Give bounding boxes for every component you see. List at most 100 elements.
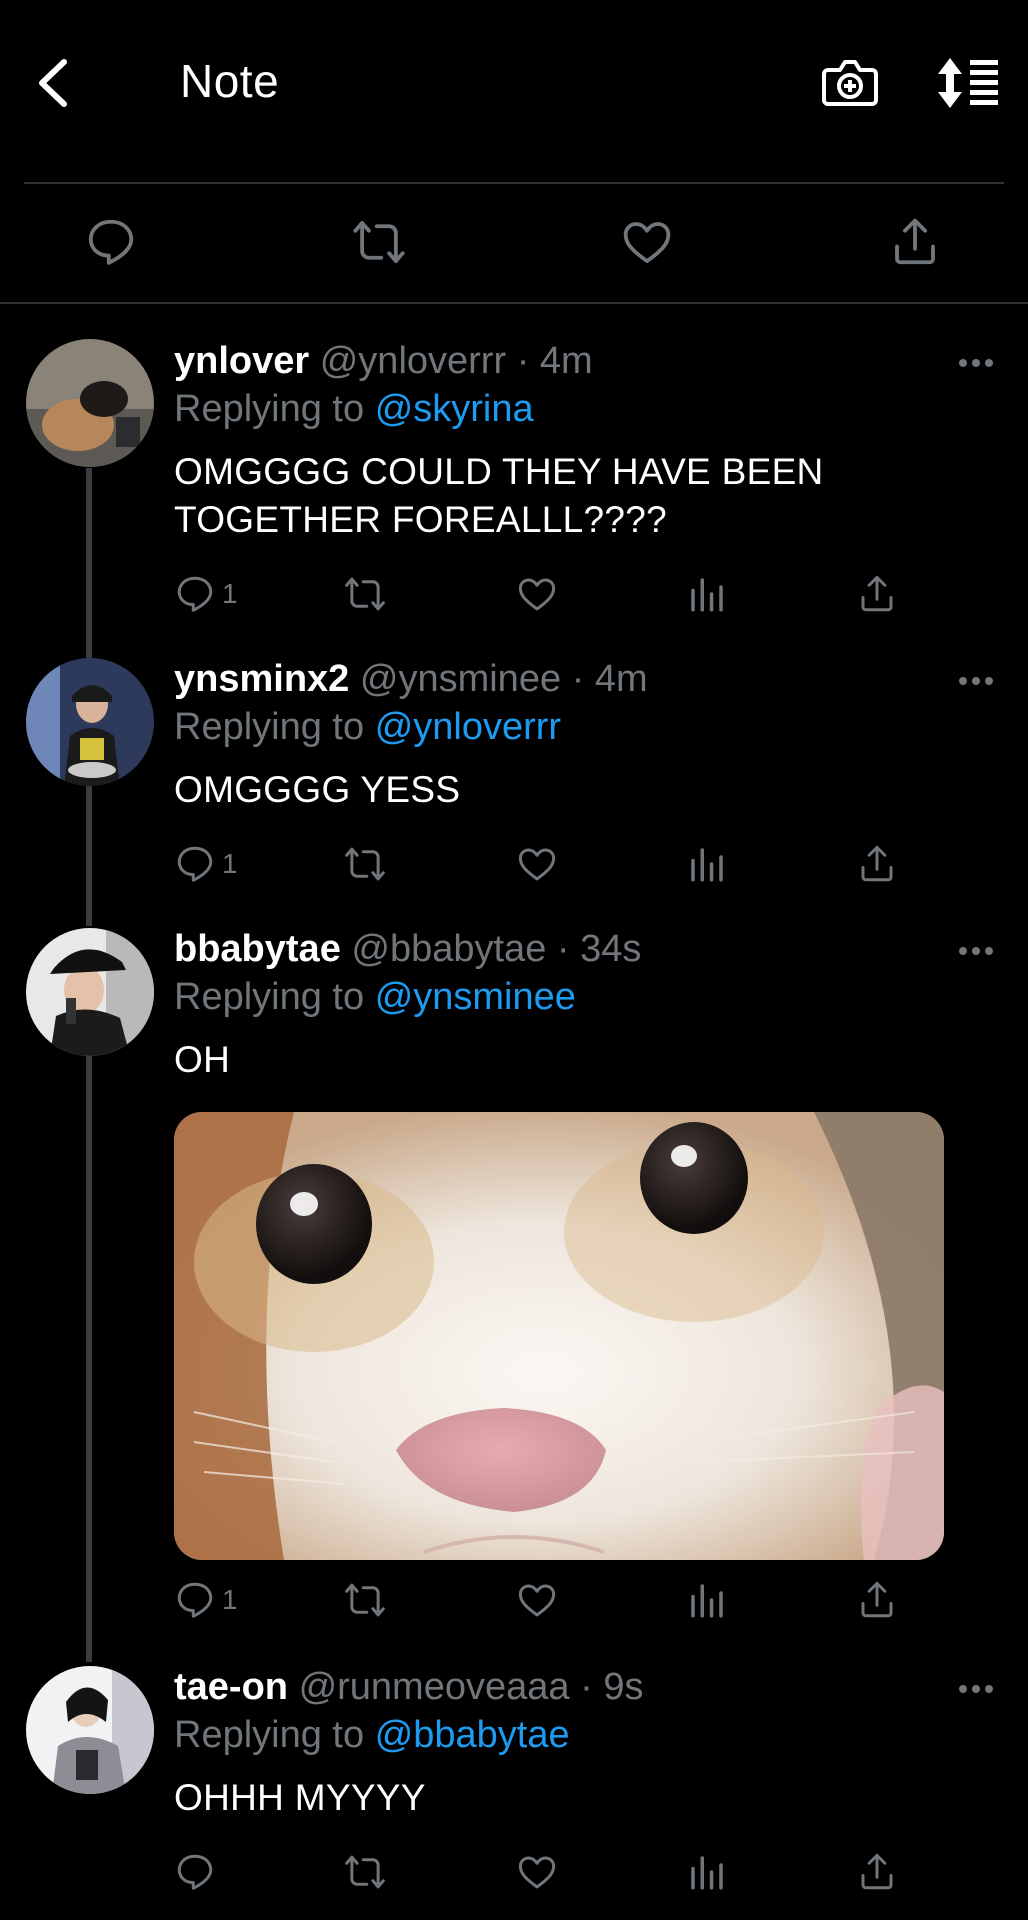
replying-to-label: Replying to <box>174 976 365 1018</box>
action-bar-divider <box>0 302 1028 304</box>
top-bar: Note <box>0 0 1028 170</box>
analytics-icon <box>691 1584 723 1618</box>
like-icon <box>518 1856 556 1889</box>
page-title: Note <box>180 55 280 107</box>
reply-button[interactable]: 1 <box>174 572 238 616</box>
reply-count: 1 <box>222 1584 238 1615</box>
analytics-button[interactable] <box>686 572 728 616</box>
camera-add-icon[interactable] <box>822 56 878 108</box>
share-button[interactable] <box>856 1850 898 1894</box>
user-handle: @runmeoveaaa <box>298 1666 570 1708</box>
like-icon <box>518 1584 556 1617</box>
share-icon <box>861 845 893 882</box>
reply-text: OMGGGG YESS <box>174 766 974 814</box>
analytics-button[interactable] <box>686 1578 728 1622</box>
thread-line <box>86 786 92 926</box>
replying-to-mention[interactable]: @skyrina <box>375 388 534 430</box>
replying-to-mention[interactable]: @ynsminee <box>375 976 576 1018</box>
tweet-action-bar <box>0 205 1028 285</box>
reply-icon <box>177 1854 213 1890</box>
more-options-icon[interactable] <box>958 1682 994 1696</box>
display-name[interactable]: bbabytae <box>174 928 341 970</box>
replying-to-mention[interactable]: @bbabytae <box>375 1714 570 1756</box>
replying-to-label: Replying to <box>174 1714 365 1756</box>
share-icon <box>861 575 893 612</box>
reply-text-line: OH <box>174 1039 231 1080</box>
share-icon[interactable] <box>888 215 942 269</box>
retweet-icon <box>345 1855 385 1889</box>
analytics-icon <box>691 848 723 882</box>
reply-actions: 1 <box>174 842 934 892</box>
reply-text-line: OHHH MYYYY <box>174 1777 426 1818</box>
reply-count: 1 <box>222 578 238 609</box>
retweet-button[interactable] <box>344 1850 386 1894</box>
analytics-icon <box>691 1856 723 1890</box>
reply-actions: 1 <box>174 1578 934 1628</box>
share-button[interactable] <box>856 572 898 616</box>
cat-closeup-image[interactable] <box>174 1112 944 1560</box>
retweet-button[interactable] <box>344 842 386 886</box>
reply-icon[interactable] <box>84 215 138 269</box>
user-handle: @bbabytae <box>351 928 547 970</box>
reply-text-line: TOGETHER FOREALLL???? <box>174 499 667 540</box>
user-handle: @ynloverrr <box>319 340 507 382</box>
like-icon[interactable] <box>620 215 674 269</box>
like-button[interactable] <box>516 842 558 886</box>
reply-button[interactable] <box>174 1850 222 1894</box>
analytics-button[interactable] <box>686 842 728 886</box>
retweet-icon <box>345 577 385 611</box>
display-name[interactable]: tae-on <box>174 1666 288 1708</box>
separator-dot: · <box>556 928 570 970</box>
share-button[interactable] <box>856 842 898 886</box>
retweet-button[interactable] <box>344 1578 386 1622</box>
avatar[interactable] <box>26 339 154 467</box>
like-button[interactable] <box>516 1850 558 1894</box>
thread-line <box>86 1056 92 1662</box>
display-name[interactable]: ynsminx2 <box>174 658 349 700</box>
reply-icon <box>177 576 213 612</box>
avatar[interactable] <box>26 928 154 1056</box>
reply-text-line: OMGGGG YESS <box>174 769 461 810</box>
display-name[interactable]: ynlover <box>174 340 309 382</box>
reply-text-line: OMGGGG COULD THEY HAVE BEEN <box>174 451 824 492</box>
reply-actions: 1 <box>174 572 934 622</box>
reply-button[interactable]: 1 <box>174 842 238 886</box>
analytics-icon <box>691 578 723 612</box>
retweet-icon <box>345 847 385 881</box>
retweet-icon[interactable] <box>352 215 406 269</box>
header-divider <box>24 182 1004 184</box>
reply-count: 1 <box>222 848 238 879</box>
timestamp: 4m <box>594 658 648 700</box>
like-icon <box>518 848 556 881</box>
reply-text: OHHH MYYYY <box>174 1774 974 1822</box>
share-icon <box>861 1581 893 1618</box>
avatar[interactable] <box>26 658 154 786</box>
replying-to-label: Replying to <box>174 388 365 430</box>
like-button[interactable] <box>516 1578 558 1622</box>
timestamp: 4m <box>539 340 593 382</box>
reply-icon <box>177 846 213 882</box>
like-button[interactable] <box>516 572 558 616</box>
retweet-button[interactable] <box>344 572 386 616</box>
avatar[interactable] <box>26 1666 154 1794</box>
replying-to-mention[interactable]: @ynloverrr <box>375 706 561 748</box>
retweet-icon <box>345 1583 385 1617</box>
reply-text: OMGGGG COULD THEY HAVE BEEN TOGETHER FOR… <box>174 448 974 544</box>
more-options-icon[interactable] <box>958 674 994 688</box>
chevron-left-icon[interactable] <box>34 58 74 108</box>
more-options-icon[interactable] <box>958 356 994 370</box>
timestamp: 9s <box>603 1666 644 1708</box>
reply-button[interactable]: 1 <box>174 1578 238 1622</box>
share-button[interactable] <box>856 1578 898 1622</box>
share-icon <box>861 1853 893 1890</box>
replying-to-label: Replying to <box>174 706 365 748</box>
separator-dot: · <box>580 1666 593 1708</box>
reply-actions <box>174 1850 934 1900</box>
user-handle: @ynsminee <box>359 658 562 700</box>
more-options-icon[interactable] <box>958 944 994 958</box>
timestamp: 34s <box>580 928 642 970</box>
analytics-button[interactable] <box>686 1850 728 1894</box>
sort-icon[interactable] <box>936 58 1000 108</box>
separator-dot: · <box>571 658 585 700</box>
reply-icon <box>177 1582 213 1618</box>
